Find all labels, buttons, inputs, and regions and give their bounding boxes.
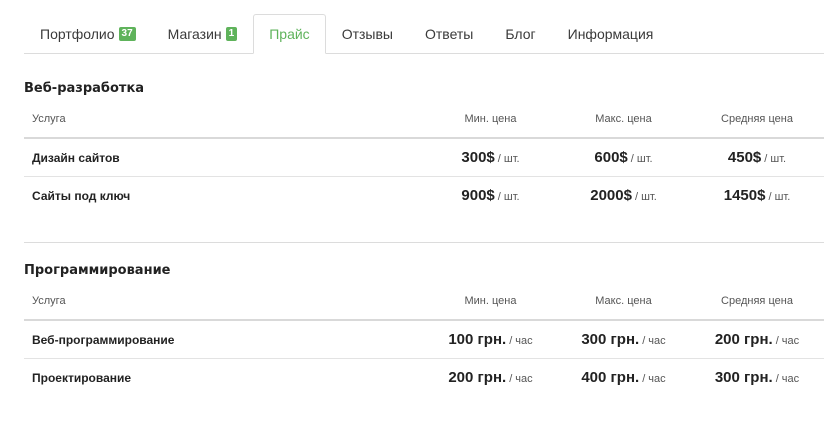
tab-reviews[interactable]: Отзывы: [326, 15, 409, 53]
table-row: Дизайн сайтов 300$ / шт. 600$ / шт. 450$ / …: [24, 138, 824, 177]
price-table: Услуга Мин. цена Макс. цена Средняя цена…: [24, 282, 824, 396]
min-price-cell: 200 грн. / час: [424, 359, 557, 397]
column-header-min-price: Мин. цена: [424, 100, 557, 139]
min-price-cell: 300$ / шт.: [424, 138, 557, 177]
max-price-cell: 600$ / шт.: [557, 138, 690, 177]
section-title: Программирование: [24, 263, 171, 278]
table-header-row: Услуга Мин. цена Макс. цена Средняя цена: [24, 100, 824, 139]
price-unit: / час: [509, 372, 533, 385]
shop-count-badge: 1: [225, 27, 238, 41]
tab-shop[interactable]: Магазин 1: [152, 15, 254, 53]
avg-price-cell: 1450$ / шт.: [690, 177, 824, 215]
section-title: Веб-разработка: [24, 81, 145, 96]
column-header-service: Услуга: [24, 282, 424, 321]
price-unit: / шт.: [497, 152, 520, 165]
max-price: 600$: [594, 148, 628, 166]
max-price: 300 грн.: [581, 330, 640, 348]
tab-price-label: Прайс: [269, 26, 310, 42]
max-price-cell: 400 грн. / час: [557, 359, 690, 397]
tab-info[interactable]: Информация: [552, 15, 670, 53]
price-section-web-dev: Веб-разработка Услуга Мин. цена Макс. це…: [24, 78, 824, 214]
section-divider: [24, 242, 824, 243]
avg-price: 1450$: [723, 186, 766, 204]
service-name: Дизайн сайтов: [24, 138, 424, 177]
min-price: 900$: [461, 186, 495, 204]
avg-price: 300 грн.: [714, 368, 773, 386]
price-section-programming: Программирование Услуга Мин. цена Макс. …: [24, 260, 824, 396]
min-price: 200 грн.: [448, 368, 507, 386]
min-price-cell: 100 грн. / час: [424, 320, 557, 359]
column-header-min-price: Мин. цена: [424, 282, 557, 321]
table-row: Веб-программирование 100 грн. / час 300 г…: [24, 320, 824, 359]
tab-shop-label: Магазин: [167, 26, 222, 42]
column-header-max-price: Макс. цена: [557, 100, 690, 139]
max-price-cell: 2000$ / шт.: [557, 177, 690, 215]
price-unit: / час: [775, 372, 800, 385]
tab-price[interactable]: Прайс: [253, 14, 326, 54]
service-name: Веб-программирование: [24, 320, 424, 359]
table-row: Сайты под ключ 900$ / шт. 2000$ / шт. 1450…: [24, 177, 824, 215]
service-name: Сайты под ключ: [32, 188, 131, 203]
tab-info-label: Информация: [567, 26, 654, 42]
min-price-cell: 900$ / шт.: [424, 177, 557, 215]
column-header-avg-price: Средняя цена: [690, 282, 824, 321]
price-unit: / шт.: [764, 152, 787, 165]
profile-tabs: Портфолио 37 Магазин 1 Прайс Отзывы Отве…: [24, 14, 824, 54]
price-unit: / шт.: [630, 152, 653, 165]
portfolio-count-badge: 37: [118, 27, 136, 41]
tab-blog-label: Блог: [505, 26, 536, 42]
tab-blog[interactable]: Блог: [489, 15, 551, 53]
min-price: 100 грн.: [448, 330, 507, 348]
service-name: Проектирование: [32, 370, 132, 385]
price-unit: / шт.: [768, 190, 791, 203]
avg-price-cell: 450$ / шт.: [690, 138, 824, 177]
price-unit: / час: [642, 372, 666, 385]
tab-answers-label: Ответы: [424, 26, 474, 42]
price-unit: / час: [775, 334, 800, 347]
avg-price: 450$: [727, 148, 762, 166]
min-price: 300$: [461, 148, 495, 166]
price-unit: / час: [509, 334, 533, 347]
column-header-avg-price: Средняя цена: [690, 100, 824, 139]
column-header-max-price: Макс. цена: [557, 282, 690, 321]
tab-answers[interactable]: Ответы: [409, 15, 489, 53]
tab-portfolio-label: Портфолио: [40, 26, 115, 42]
avg-price-cell: 200 грн. / час: [690, 320, 824, 359]
tab-portfolio[interactable]: Портфолио 37: [24, 15, 152, 53]
max-price: 400 грн.: [581, 368, 640, 386]
table-row: Проектирование 200 грн. / час 400 грн. / ч…: [24, 359, 824, 397]
tab-reviews-label: Отзывы: [341, 26, 393, 42]
avg-price: 200 грн.: [714, 330, 773, 348]
price-unit: / шт.: [497, 190, 520, 203]
price-table: Услуга Мин. цена Макс. цена Средняя цена…: [24, 100, 824, 214]
avg-price-cell: 300 грн. / час: [690, 359, 824, 397]
price-unit: / час: [642, 334, 666, 347]
max-price-cell: 300 грн. / час: [557, 320, 690, 359]
table-header-row: Услуга Мин. цена Макс. цена Средняя цена: [24, 282, 824, 321]
max-price: 2000$: [590, 186, 632, 204]
price-unit: / шт.: [634, 190, 657, 203]
column-header-service: Услуга: [24, 100, 424, 139]
